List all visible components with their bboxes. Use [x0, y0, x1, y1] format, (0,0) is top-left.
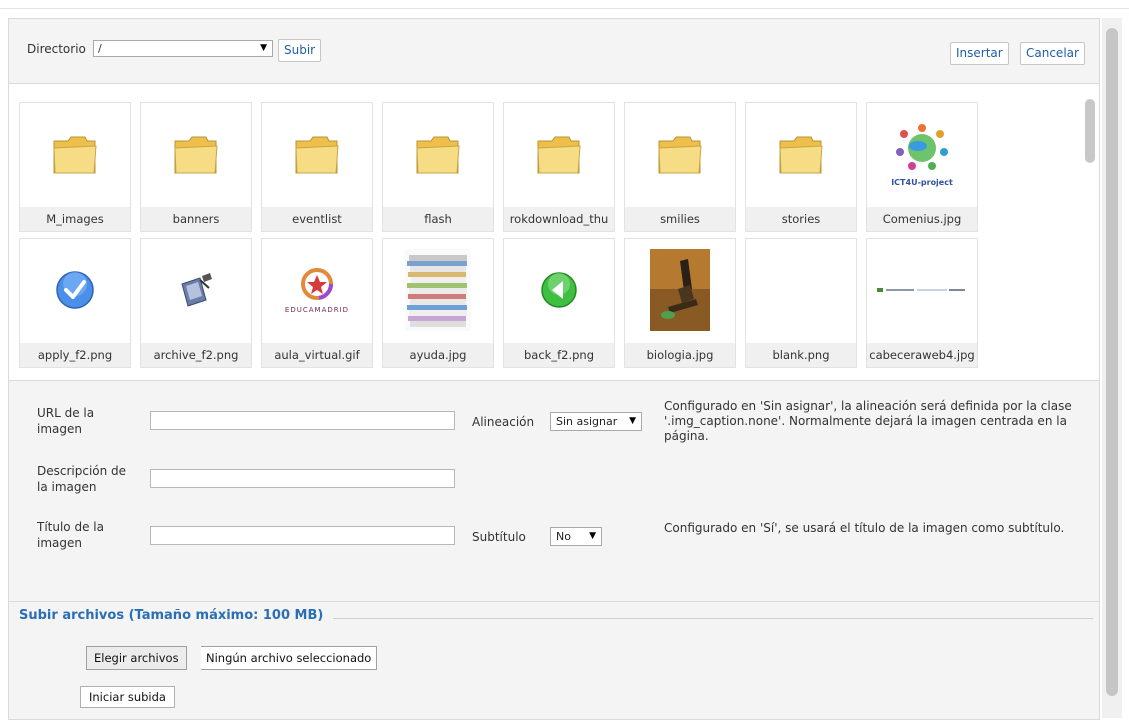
folder-icon: [537, 136, 581, 174]
folder-icon: [174, 136, 218, 174]
file-name: archive_f2.png: [141, 343, 251, 367]
file-name: aula_virtual.gif: [262, 343, 372, 367]
file-name: apply_f2.png: [20, 343, 130, 367]
selected-file-text: Ningún archivo seleccionado: [201, 646, 378, 670]
align-help-text: Configurado en 'Sin asignar', la alineac…: [664, 399, 1072, 443]
page-scrollbar-thumb[interactable]: [1106, 28, 1118, 696]
folder-icon: [53, 136, 97, 174]
comenius-thumbnail-caption: ICT4U-project: [891, 177, 953, 187]
file-tile[interactable]: back_f2.png: [503, 238, 615, 368]
cancel-button[interactable]: Cancelar: [1020, 42, 1085, 65]
page-scrollbar[interactable]: [1102, 18, 1122, 718]
file-name: smilies: [625, 207, 735, 231]
file-tile[interactable]: smilies: [624, 102, 736, 232]
file-tile[interactable]: blank.png: [745, 238, 857, 368]
url-input[interactable]: [150, 411, 455, 430]
file-browser: M_images banners eventlist flash rokdown…: [9, 84, 1099, 381]
caption-select[interactable]: No ▼: [550, 527, 602, 546]
folder-icon: [295, 136, 339, 174]
caption-label: Subtítulo: [472, 530, 526, 544]
image-manager-dialog: Directorio / ▼ Subir Insertar Cancelar M…: [8, 18, 1100, 720]
caption-select-value: No: [556, 530, 571, 543]
upload-section: Subir archivos (Tamaño máximo: 100 MB) E…: [9, 602, 1099, 719]
file-tile[interactable]: banners: [140, 102, 252, 232]
toolbar: Directorio / ▼ Subir Insertar Cancelar: [9, 19, 1099, 84]
directory-select-value: /: [98, 42, 102, 55]
directory-label: Directorio: [27, 42, 86, 56]
file-tile[interactable]: biologia.jpg: [624, 238, 736, 368]
dropdown-arrow-icon: ▼: [260, 43, 267, 53]
file-tile[interactable]: M_images: [19, 102, 131, 232]
folder-icon: [779, 136, 823, 174]
start-upload-button[interactable]: Iniciar subida: [80, 686, 175, 708]
caption-help-text: Configurado en 'Sí', se usará el título …: [664, 521, 1065, 535]
folder-icon: [416, 136, 460, 174]
file-tile[interactable]: archive_f2.png: [140, 238, 252, 368]
file-tile[interactable]: cabeceraweb4.jpg: [866, 238, 978, 368]
educamadrid-logo-text: EDUCAMADRID: [284, 306, 350, 314]
file-name: back_f2.png: [504, 343, 614, 367]
file-name: ayuda.jpg: [383, 343, 493, 367]
file-browser-scrollbar-thumb[interactable]: [1085, 99, 1095, 163]
file-name: banners: [141, 207, 251, 231]
file-name: flash: [383, 207, 493, 231]
file-tile[interactable]: EDUCAMADRID aula_virtual.gif: [261, 238, 373, 368]
directory-up-button[interactable]: Subir: [278, 39, 322, 62]
file-tile[interactable]: stories: [745, 102, 857, 232]
file-tile[interactable]: rokdownload_thu: [503, 102, 615, 232]
file-name: biologia.jpg: [625, 343, 735, 367]
description-input[interactable]: [150, 469, 455, 488]
top-divider: [0, 8, 1129, 9]
url-label: URL de la imagen: [37, 406, 95, 436]
file-name: stories: [746, 207, 856, 231]
file-tile[interactable]: apply_f2.png: [19, 238, 131, 368]
header-banner-thumbnail: [877, 288, 965, 292]
file-name: Comenius.jpg: [867, 207, 977, 231]
file-name: cabeceraweb4.jpg: [867, 343, 977, 367]
back-arrow-icon: [541, 272, 577, 308]
align-label: Alineación: [472, 415, 535, 429]
file-tile[interactable]: eventlist: [261, 102, 373, 232]
educamadrid-logo: [301, 268, 333, 300]
file-name: rokdownload_thu: [504, 207, 614, 231]
file-browser-scrollbar[interactable]: [1079, 84, 1099, 380]
folder-icon: [658, 136, 702, 174]
align-select-value: Sin asignar: [556, 415, 618, 428]
file-tile[interactable]: ayuda.jpg: [382, 238, 494, 368]
file-name: M_images: [20, 207, 130, 231]
choose-files-button[interactable]: Elegir archivos: [86, 646, 187, 670]
insert-button[interactable]: Insertar: [950, 42, 1009, 65]
title-input[interactable]: [150, 526, 455, 545]
file-tile[interactable]: ICT4U-project Comenius.jpg: [866, 102, 978, 232]
archive-icon: [181, 273, 212, 307]
image-details-form: URL de la imagen Alineación Sin asignar …: [9, 381, 1099, 602]
dropdown-arrow-icon: ▼: [589, 531, 596, 541]
microscope-thumbnail: [650, 249, 710, 331]
dropdown-arrow-icon: ▼: [629, 416, 636, 426]
file-name: blank.png: [746, 343, 856, 367]
align-select[interactable]: Sin asignar ▼: [550, 412, 642, 431]
directory-select[interactable]: / ▼: [93, 40, 273, 57]
checkmark-icon: [56, 271, 94, 309]
file-tile[interactable]: flash: [382, 102, 494, 232]
comenius-thumbnail: [896, 123, 948, 170]
description-label: Descripción de la imagen: [37, 464, 127, 494]
title-label: Título de la imagen: [37, 520, 104, 550]
paper-stack-thumbnail: [405, 249, 471, 331]
upload-section-title: Subir archivos (Tamaño máximo: 100 MB): [19, 608, 334, 623]
file-name: eventlist: [262, 207, 372, 231]
